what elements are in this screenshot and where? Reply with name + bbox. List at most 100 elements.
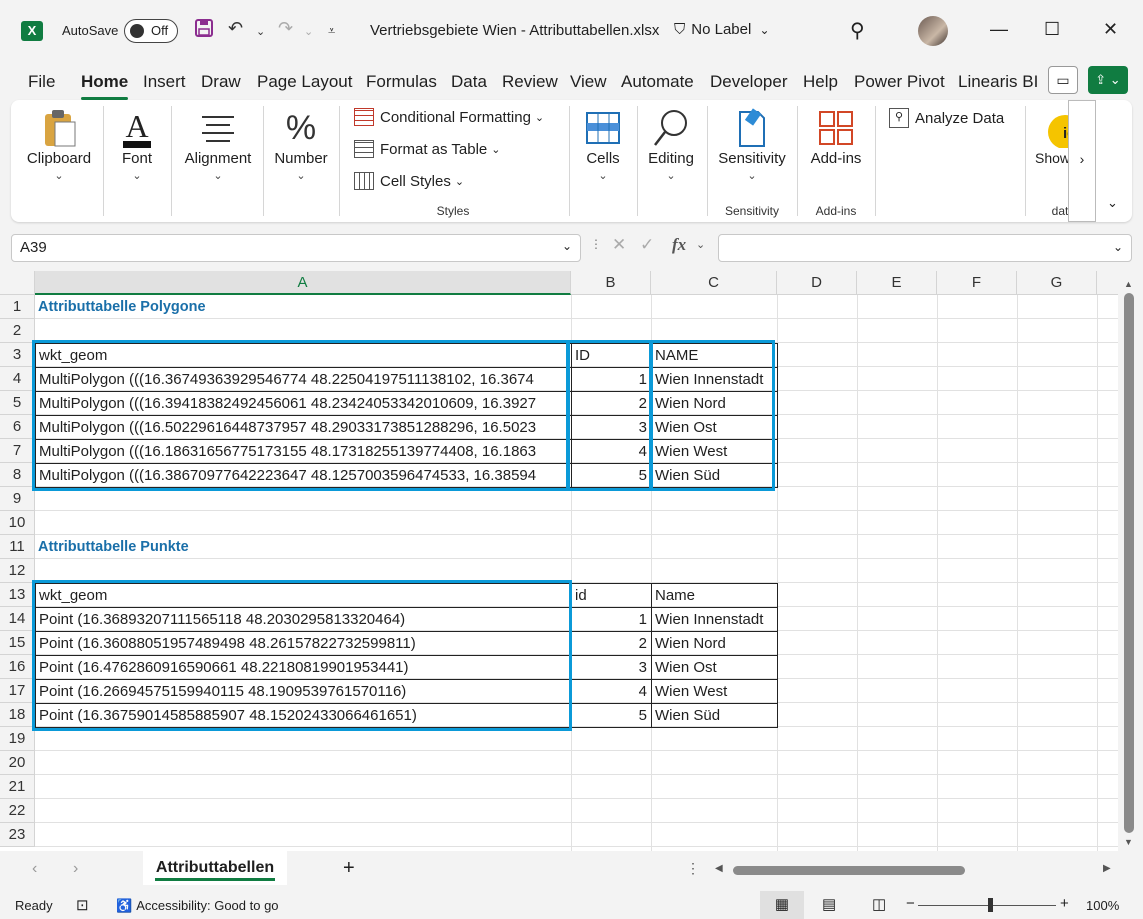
tab-help[interactable]: Help <box>803 72 838 92</box>
tab-power-pivot[interactable]: Power Pivot <box>854 72 945 92</box>
sheet-tab-attributtabellen[interactable]: Attributtabellen <box>143 851 287 885</box>
macro-recording-icon[interactable]: ⊡ <box>76 896 89 914</box>
row-header[interactable]: 17 <box>0 679 35 703</box>
page-break-view-icon[interactable]: ◫ <box>872 895 886 913</box>
ribbon-collapse-icon[interactable]: ⌄ <box>1107 195 1118 211</box>
scroll-up-icon[interactable]: ▲ <box>1124 279 1133 289</box>
sensitivity-button[interactable]: Sensitivity ⌄ <box>715 106 789 182</box>
conditional-formatting-button[interactable]: Conditional Formatting ⌄ <box>354 108 544 126</box>
tab-review[interactable]: Review <box>502 72 558 92</box>
chevron-down-icon[interactable]: ⌄ <box>696 238 705 251</box>
number-button[interactable]: % Number ⌄ <box>269 106 333 183</box>
polygon-cell[interactable]: MultiPolygon (((16.50229616448737957 48.… <box>35 415 572 440</box>
row-header[interactable]: 5 <box>0 391 35 415</box>
row-header[interactable]: 22 <box>0 799 35 823</box>
polygon-cell[interactable]: 2 <box>571 391 652 416</box>
row-header[interactable]: 3 <box>0 343 35 367</box>
polygon-cell[interactable]: Wien Innenstadt <box>651 367 778 392</box>
tab-insert[interactable]: Insert <box>143 72 186 92</box>
polygon-cell[interactable]: 3 <box>571 415 652 440</box>
row-header[interactable]: 8 <box>0 463 35 487</box>
point-cell[interactable]: Wien Nord <box>651 631 778 656</box>
point-cell[interactable]: Wien Innenstadt <box>651 607 778 632</box>
tab-automate[interactable]: Automate <box>621 72 694 92</box>
add-sheet-icon[interactable]: + <box>343 857 355 880</box>
undo-icon[interactable]: ↶ <box>228 18 243 39</box>
row-header[interactable]: 10 <box>0 511 35 535</box>
tab-draw[interactable]: Draw <box>201 72 241 92</box>
row-header[interactable]: 4 <box>0 367 35 391</box>
show-taskpane-button[interactable]: id Show Taskpane <box>1031 106 1071 166</box>
autosave-toggle[interactable]: Off <box>124 19 178 43</box>
polygon-header-cell[interactable]: ID <box>571 343 652 368</box>
cancel-icon[interactable]: ✕ <box>612 235 626 255</box>
row-header[interactable]: 2 <box>0 319 35 343</box>
analyze-data-button[interactable]: ⚲ Analyze Data <box>889 108 1004 128</box>
horizontal-scroll-thumb[interactable] <box>733 866 965 875</box>
customize-quick-access-icon[interactable]: ⩡ <box>328 23 335 39</box>
polygon-cell[interactable]: 1 <box>571 367 652 392</box>
column-header-e[interactable]: E <box>857 271 937 295</box>
point-cell[interactable]: Point (16.4762860916590661 48.2218081990… <box>35 655 572 680</box>
vertical-scroll-thumb[interactable] <box>1124 293 1134 833</box>
vertical-scrollbar[interactable]: ▲ ▼ <box>1118 271 1143 851</box>
point-cell[interactable]: Wien Ost <box>651 655 778 680</box>
row-header[interactable]: 21 <box>0 775 35 799</box>
polygon-header-cell[interactable]: NAME <box>651 343 778 368</box>
tab-view[interactable]: View <box>570 72 607 92</box>
tab-formulas[interactable]: Formulas <box>366 72 437 92</box>
point-header-cell[interactable]: wkt_geom <box>35 583 572 608</box>
normal-view-icon[interactable]: ▦ <box>760 891 804 919</box>
minimize-icon[interactable]: — <box>990 19 1008 40</box>
point-cell[interactable]: Point (16.36893207111565118 48.203029581… <box>35 607 572 632</box>
page-layout-view-icon[interactable]: ▤ <box>822 895 836 913</box>
avatar[interactable] <box>918 16 948 46</box>
comments-button[interactable]: ▭ <box>1048 66 1078 94</box>
zoom-out-icon[interactable]: − <box>906 895 915 912</box>
point-header-cell[interactable]: id <box>571 583 652 608</box>
row-header[interactable]: 9 <box>0 487 35 511</box>
horizontal-scrollbar[interactable]: ◀ ▶ <box>713 863 1117 877</box>
polygon-header-cell[interactable]: wkt_geom <box>35 343 572 368</box>
formula-input[interactable]: ⌄ <box>718 234 1132 262</box>
row-header[interactable]: 14 <box>0 607 35 631</box>
polygon-cell[interactable]: MultiPolygon (((16.39418382492456061 48.… <box>35 391 572 416</box>
polygon-cell[interactable]: Wien Süd <box>651 463 778 488</box>
column-header-b[interactable]: B <box>571 271 651 295</box>
insert-function-icon[interactable]: fx <box>672 235 686 255</box>
clipboard-button[interactable]: Clipboard ⌄ <box>23 106 95 182</box>
scroll-left-icon[interactable]: ◀ <box>715 863 723 874</box>
share-button[interactable]: ⇪ ⌄ <box>1088 66 1128 94</box>
polygon-cell[interactable]: MultiPolygon (((16.36749363929546774 48.… <box>35 367 572 392</box>
point-cell[interactable]: Point (16.26694575159940115 48.190953976… <box>35 679 572 704</box>
row-header[interactable]: 19 <box>0 727 35 751</box>
row-header[interactable]: 15 <box>0 631 35 655</box>
column-header-h[interactable] <box>1097 271 1118 295</box>
save-icon[interactable] <box>194 18 214 43</box>
next-sheet-icon[interactable]: › <box>73 860 78 878</box>
sensitivity-label-button[interactable]: ⛉ No Label ⌄ <box>674 21 770 38</box>
ribbon-scroll-right-button[interactable]: › <box>1068 100 1096 222</box>
column-header-d[interactable]: D <box>777 271 857 295</box>
tab-home[interactable]: Home <box>81 72 129 100</box>
row-header[interactable]: 20 <box>0 751 35 775</box>
alignment-button[interactable]: Alignment ⌄ <box>179 106 257 182</box>
point-cell[interactable]: Point (16.36759014585885907 48.152024330… <box>35 703 572 728</box>
column-header-g[interactable]: G <box>1017 271 1097 295</box>
tab-page-layout[interactable]: Page Layout <box>257 72 352 92</box>
scroll-right-icon[interactable]: ▶ <box>1103 863 1111 874</box>
zoom-slider-knob[interactable] <box>988 898 993 912</box>
row-header[interactable]: 11 <box>0 535 35 559</box>
point-cell[interactable]: 4 <box>571 679 652 704</box>
polygon-table-title[interactable]: Attributtabelle Polygone <box>35 295 571 319</box>
polygon-cell[interactable]: MultiPolygon (((16.18631656775173155 48.… <box>35 439 572 464</box>
polygon-cell[interactable]: MultiPolygon (((16.38670977642223647 48.… <box>35 463 572 488</box>
more-icon[interactable]: ⋮ <box>590 237 602 251</box>
point-cell[interactable]: 1 <box>571 607 652 632</box>
select-all-corner[interactable] <box>0 271 35 295</box>
point-table-title[interactable]: Attributtabelle Punkte <box>35 535 571 559</box>
row-header[interactable]: 12 <box>0 559 35 583</box>
column-header-f[interactable]: F <box>937 271 1017 295</box>
editing-button[interactable]: Editing ⌄ <box>643 106 699 182</box>
tab-linearis-bi[interactable]: Linearis BI <box>958 72 1038 92</box>
